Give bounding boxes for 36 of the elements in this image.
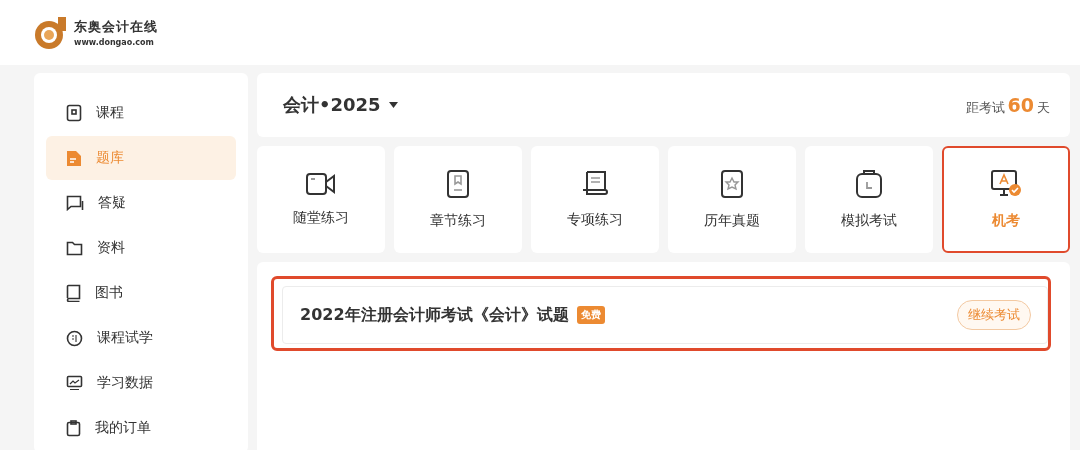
scroll-icon bbox=[582, 170, 608, 197]
countdown-days: 60 bbox=[1007, 93, 1034, 116]
sidebar-item[interactable]: 答疑 bbox=[46, 181, 236, 225]
clipboard-clock-icon bbox=[856, 169, 882, 198]
practice-tile[interactable]: 历年真题 bbox=[668, 146, 796, 253]
sidebar-item[interactable]: 图书 bbox=[46, 271, 236, 315]
practice-tile[interactable]: 随堂练习 bbox=[257, 146, 385, 253]
free-badge: 免费 bbox=[576, 306, 605, 324]
document-icon bbox=[66, 149, 82, 167]
logo-name: 东奥会计在线 bbox=[74, 18, 158, 36]
star-card-icon bbox=[721, 169, 743, 198]
book-icon bbox=[66, 284, 81, 302]
sidebar-item[interactable]: 学习数据 bbox=[46, 361, 236, 405]
caret-icon bbox=[388, 102, 398, 108]
notebook-icon bbox=[66, 104, 82, 122]
sidebar-item[interactable]: 课程试学 bbox=[46, 316, 236, 360]
sidebar-item[interactable]: 资料 bbox=[46, 226, 236, 270]
practice-tile[interactable]: 模拟考试 bbox=[805, 146, 933, 253]
logo-url: www.dongao.com bbox=[74, 38, 155, 47]
folder-icon bbox=[66, 240, 83, 256]
countdown-unit: 天 bbox=[1037, 98, 1050, 117]
chart-monitor-icon bbox=[66, 375, 83, 391]
exam-title: 2022年注册会计师考试《会计》试题 bbox=[300, 304, 569, 326]
logo-icon bbox=[34, 15, 68, 50]
video-camera-icon bbox=[306, 172, 336, 195]
practice-tile[interactable]: 章节练习 bbox=[394, 146, 522, 253]
bookmark-card-icon bbox=[447, 169, 469, 198]
clipboard-icon bbox=[66, 419, 81, 437]
computer-check-icon bbox=[991, 169, 1021, 198]
subject-dropdown[interactable]: 会计•2025 bbox=[283, 93, 398, 117]
sidebar-item[interactable]: 课程 bbox=[46, 91, 236, 135]
sidebar-item[interactable]: 我的订单 bbox=[46, 406, 236, 450]
question-bubble-icon bbox=[66, 195, 84, 211]
countdown-label: 距考试 bbox=[965, 98, 1005, 117]
trial-circle-icon bbox=[66, 329, 83, 347]
practice-tile[interactable]: 专项练习 bbox=[531, 146, 659, 253]
